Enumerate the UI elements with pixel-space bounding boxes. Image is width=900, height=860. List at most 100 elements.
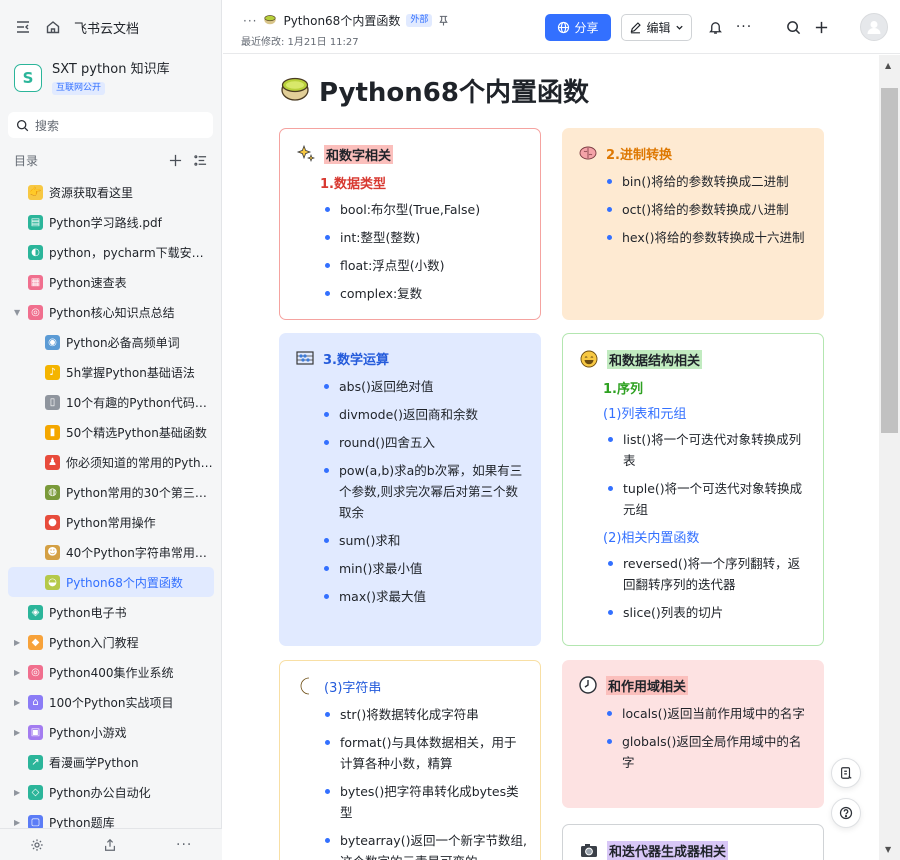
sidebar-item-label: python，pycharm下载安装教... (49, 245, 214, 260)
sidebar-item[interactable]: ☻ 40个Python字符串常用函数 (8, 537, 214, 567)
list-item: globals()返回全局作用域中的名字 (604, 731, 812, 773)
sidebar-item-label: Python电子书 (49, 605, 127, 620)
sidebar-item-label: 10个有趣的Python代码，... (66, 395, 214, 410)
list-item: str()将数据转化成字符串 (322, 704, 528, 725)
sidebar-item-label: Python常用操作 (66, 515, 156, 530)
doc-outline-button[interactable] (831, 758, 861, 788)
sidebar-item-label: 50个精选Python基础函数 (66, 425, 207, 440)
expand-arrow-icon[interactable]: ▼ (14, 308, 24, 317)
collapse-arrow-icon[interactable]: ▶ (14, 728, 24, 737)
help-icon (839, 806, 853, 820)
scroll-down-icon[interactable]: ▼ (885, 845, 891, 854)
sidebar-item[interactable]: ▶ ◇ Python办公自动化 (8, 777, 214, 807)
search-icon[interactable] (784, 18, 802, 36)
more-options-icon[interactable]: ··· (735, 18, 753, 36)
bullet-list: bool:布尔型(True,False) int:整型(整数) float:浮点型(… (322, 199, 528, 304)
sparkles-icon (296, 144, 316, 164)
notification-bell-icon[interactable] (706, 18, 724, 36)
knowledge-base-header[interactable]: S SXT python 知识库 互联网公开 (0, 54, 221, 102)
edit-button[interactable]: 编辑 (621, 14, 692, 41)
home-link[interactable]: 飞书云文档 (74, 18, 139, 37)
smile-icon (579, 349, 599, 369)
add-icon[interactable] (812, 18, 830, 36)
add-page-icon[interactable] (169, 154, 182, 167)
sidebar-item[interactable]: ▯ 10个有趣的Python代码，... (8, 387, 214, 417)
collapse-arrow-icon[interactable]: ▶ (14, 638, 24, 647)
card-header-text: 和数据结构相关 (607, 349, 703, 369)
help-button[interactable] (831, 798, 861, 828)
sidebar-item-label: Python400集作业系统 (49, 665, 174, 680)
toc-list-icon[interactable] (194, 154, 207, 167)
card-header-text: (3)字符串 (324, 680, 382, 696)
card-header-text: 和作用域相关 (606, 675, 689, 695)
sidebar-item[interactable]: ◈ Python电子书 (8, 597, 214, 627)
sidebar-item[interactable]: ▤ Python学习路线.pdf (8, 207, 214, 237)
sidebar-item[interactable]: ♪ 5h掌握Python基础语法 (8, 357, 214, 387)
sidebar-item[interactable]: ◒ Python68个内置函数 (8, 567, 214, 597)
card-header-text: 和数字相关 (324, 144, 394, 164)
pin-icon[interactable] (438, 15, 449, 26)
sidebar-item[interactable]: 👉 资源获取看这里 (8, 177, 214, 207)
sidebar-item[interactable]: ▶ ⌂ 100个Python实战项目 (8, 687, 214, 717)
sidebar-item[interactable]: ▮ 50个精选Python基础函数 (8, 417, 214, 447)
card-numbers: 和数字相关 1.数据类型 bool:布尔型(True,False) int:整型(整数… (279, 128, 541, 320)
card-header: 和数据结构相关 (579, 348, 811, 370)
share-button[interactable]: 分享 (545, 14, 611, 41)
sidebar-item[interactable]: ↗ 看漫画学Python (8, 747, 214, 777)
list-item: tuple()将一个可迭代对象转换成元组 (605, 478, 811, 520)
list-item: int:整型(整数) (322, 227, 528, 248)
scrollbar-thumb[interactable] (881, 88, 898, 433)
collapse-arrow-icon[interactable]: ▶ (14, 818, 24, 827)
doc-icon: ⌂ (28, 694, 43, 710)
doc-tree: 👉 资源获取看这里 ▤ Python学习路线.pdf ◐ python，pycharm下载… (0, 177, 222, 837)
external-tag: 外部 (406, 14, 433, 27)
search-input[interactable]: 搜索 (8, 112, 213, 138)
brain-icon (578, 143, 598, 163)
collapse-arrow-icon[interactable]: ▶ (14, 788, 24, 797)
sidebar-item[interactable]: ♟ 你必须知道的常用的Pytho... (8, 447, 214, 477)
share-out-icon[interactable] (103, 838, 117, 852)
card-iterators: 和迭代器生成器相关 (562, 824, 824, 860)
collapse-arrow-icon[interactable]: ▶ (14, 668, 24, 677)
sidebar-item[interactable]: ● Python常用操作 (8, 507, 214, 537)
collapse-arrow-icon[interactable]: ▶ (14, 698, 24, 707)
doc-icon: ▤ (28, 214, 43, 230)
scrollbar[interactable]: ▲ ▼ (879, 55, 900, 860)
sidebar-item-label: Python必备高频单词 (66, 335, 180, 350)
doc-icon: ♟ (45, 454, 60, 470)
sidebar-item[interactable]: ▼ ◎ Python核心知识点总结 (8, 297, 214, 327)
sidebar-item[interactable]: ◐ python，pycharm下载安装教... (8, 237, 214, 267)
sidebar-item[interactable]: ▶ ▣ Python小游戏 (8, 717, 214, 747)
list-item: round()四舍五入 (321, 432, 529, 453)
doc-icon: 👉 (28, 184, 43, 200)
doc-icon: ◈ (28, 604, 43, 620)
sidebar-item[interactable]: ▶ ◆ Python入门教程 (8, 627, 214, 657)
sidebar-item-label: Python办公自动化 (49, 785, 151, 800)
more-icon[interactable]: ··· (176, 837, 192, 853)
list-item: max()求最大值 (321, 586, 529, 607)
card-header: 3.数学运算 (295, 347, 529, 369)
top-bar: ··· Python68个内置函数 外部 最近修改: 1月21日 11:27 分… (223, 0, 900, 54)
sidebar-item[interactable]: ▦ Python速查表 (8, 267, 214, 297)
breadcrumb-more-icon[interactable]: ··· (243, 14, 257, 28)
collapse-sidebar-icon[interactable] (14, 18, 32, 36)
list-item: bytearray()返回一个新字节数组,这个数字的元素是可变的 (322, 830, 528, 860)
sidebar: 飞书云文档 S SXT python 知识库 互联网公开 搜索 目录 👉 资源获取… (0, 0, 222, 860)
bullet-list: bin()将给的参数转换成二进制 oct()将给的参数转换成八进制 hex()将给的… (604, 171, 812, 248)
sidebar-item-label: Python学习路线.pdf (49, 215, 162, 230)
sidebar-item[interactable]: ▶ ◎ Python400集作业系统 (8, 657, 214, 687)
settings-icon[interactable] (30, 838, 44, 852)
home-icon[interactable] (44, 18, 62, 36)
doc-title-crumb[interactable]: Python68个内置函数 (283, 12, 400, 29)
toc-header: 目录 (0, 144, 221, 176)
sidebar-item-label: 40个Python字符串常用函数 (66, 545, 214, 560)
scroll-up-icon[interactable]: ▲ (885, 61, 891, 70)
sidebar-item[interactable]: ◉ Python必备高频单词 (8, 327, 214, 357)
sidebar-item[interactable]: ◍ Python常用的30个第三方库 (8, 477, 214, 507)
bullet-list: abs()返回绝对值 divmode()返回商和余数 round()四舍五入 pow(… (321, 376, 529, 607)
sidebar-item-label: 5h掌握Python基础语法 (66, 365, 195, 380)
sidebar-footer: ··· (0, 828, 222, 860)
outline-icon (841, 767, 852, 779)
avatar[interactable] (860, 13, 888, 41)
camera-icon (579, 840, 599, 860)
